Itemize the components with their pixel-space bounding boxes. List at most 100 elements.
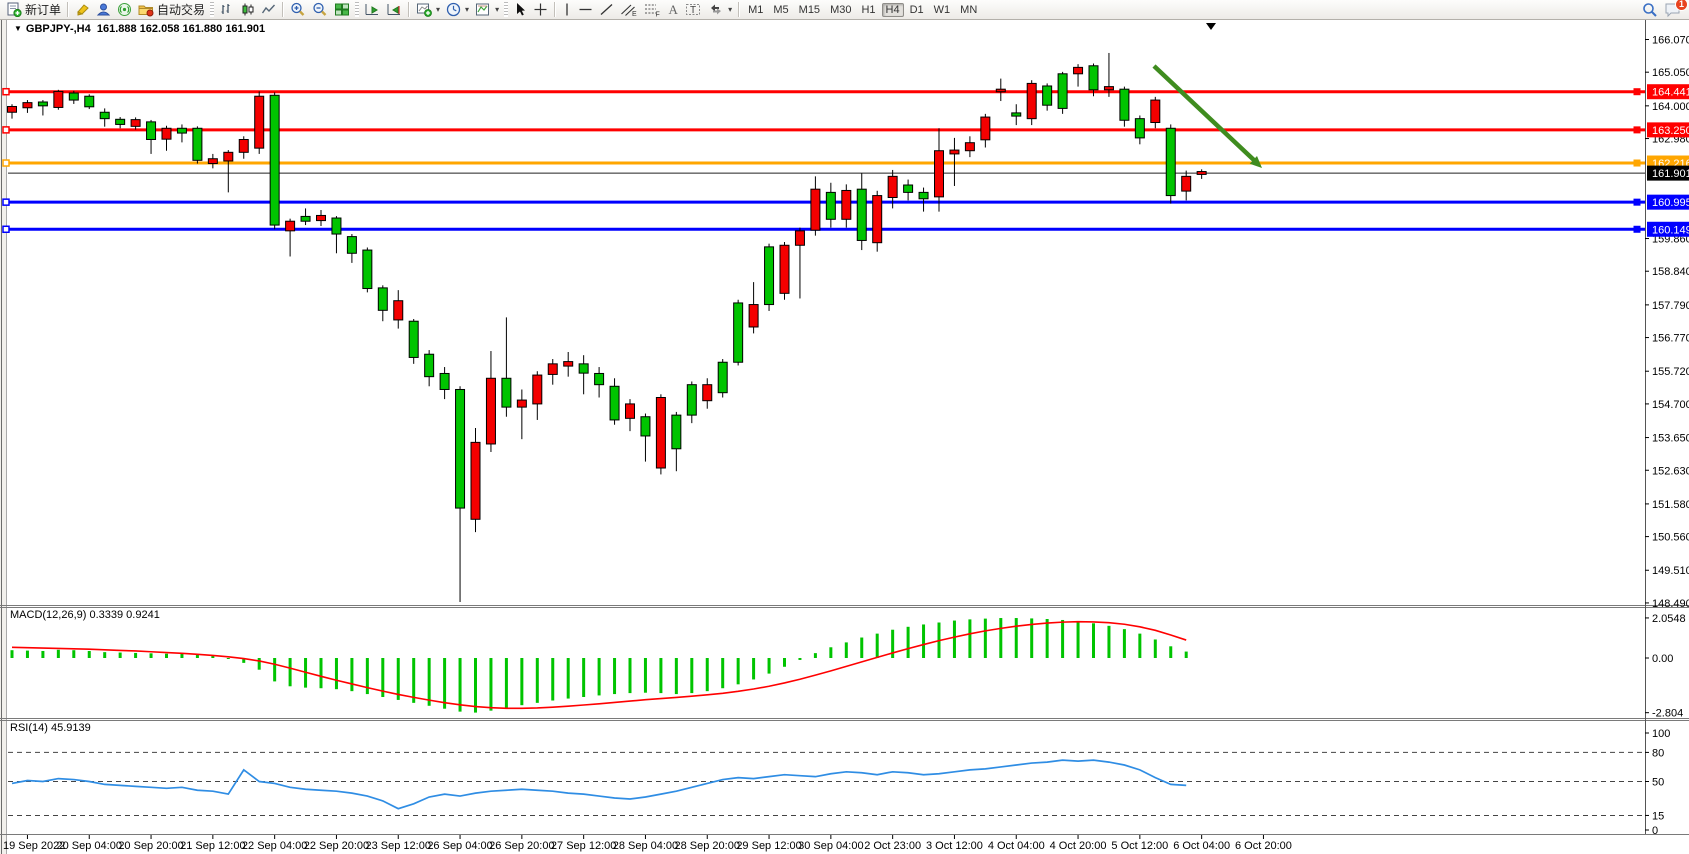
- rsi-tick-label: 15: [1652, 810, 1664, 822]
- timeframe-button-W1[interactable]: W1: [930, 4, 955, 16]
- candle-body: [595, 373, 604, 384]
- time-label: 27 Sep 12:00: [551, 840, 616, 852]
- search-icon[interactable]: [1642, 2, 1658, 18]
- text-icon: A: [666, 2, 679, 17]
- price-tick-label: 152.630: [1652, 465, 1689, 477]
- macd-histogram-bar: [798, 658, 801, 660]
- macd-histogram-bar: [706, 658, 709, 691]
- indicators-button[interactable]: ▾: [413, 1, 443, 19]
- timeframe-button-H1[interactable]: H1: [857, 4, 879, 16]
- price-tick-label: 151.580: [1652, 499, 1689, 511]
- tile-windows-button[interactable]: [331, 1, 353, 19]
- timeframe-button-M5[interactable]: M5: [769, 4, 792, 16]
- rsi-tick-label: 50: [1652, 777, 1664, 789]
- time-label: 4 Oct 20:00: [1050, 840, 1107, 852]
- new-order-button[interactable]: 新订单: [3, 1, 64, 19]
- trendline-button[interactable]: [596, 1, 617, 19]
- candle-body: [904, 185, 913, 192]
- zoom-out-button[interactable]: [309, 1, 331, 19]
- horizontal-line-button[interactable]: [575, 1, 596, 19]
- time-label: 20 Sep 20:00: [118, 840, 183, 852]
- time-label: 28 Sep 04:00: [613, 840, 678, 852]
- time-label: 26 Sep 20:00: [489, 840, 554, 852]
- dropdown-caret-icon: ▾: [436, 5, 440, 14]
- cursor-button[interactable]: [510, 1, 530, 19]
- macd-tick-label: -2.804: [1652, 708, 1683, 720]
- notifications-button[interactable]: 1: [1664, 2, 1682, 18]
- candle-body: [919, 192, 928, 198]
- fibonacci-button[interactable]: F: [640, 1, 663, 19]
- auto-scroll-button[interactable]: [361, 1, 383, 19]
- chart-canvas[interactable]: 166.070165.050164.000162.980159.860158.8…: [0, 0, 1689, 854]
- macd-histogram-bar: [1138, 634, 1141, 658]
- text-label-icon: T: [685, 2, 702, 17]
- candle-body: [734, 303, 743, 362]
- timeframe-button-M15[interactable]: M15: [795, 4, 824, 16]
- timeframe-button-H4[interactable]: H4: [882, 3, 904, 17]
- macd-histogram-bar: [320, 658, 323, 688]
- macd-pane: [11, 618, 1188, 713]
- trendline-icon: [599, 2, 614, 17]
- text-label-button[interactable]: T: [682, 1, 705, 19]
- candle-body: [1074, 67, 1083, 73]
- candle-body: [1151, 100, 1160, 122]
- cursor-icon: [513, 2, 527, 17]
- svg-text:T: T: [690, 5, 696, 16]
- templates-button[interactable]: ▾: [472, 1, 502, 19]
- candle-body: [471, 442, 480, 519]
- channel-button[interactable]: E: [617, 1, 640, 19]
- separator: [408, 2, 410, 17]
- timeframe-button-M30[interactable]: M30: [826, 4, 855, 16]
- separator: [738, 2, 740, 17]
- candle-body: [842, 190, 851, 219]
- candle-body: [1012, 113, 1021, 116]
- price-tick-label: 164.000: [1652, 101, 1689, 113]
- candle-chart-button[interactable]: [237, 1, 258, 19]
- macd-histogram-bar: [72, 650, 75, 658]
- timeframe-button-M1[interactable]: M1: [744, 4, 767, 16]
- macd-histogram-bar: [150, 653, 153, 658]
- signals-button[interactable]: [114, 1, 135, 19]
- arrows-button[interactable]: ▾: [705, 1, 735, 19]
- macd-histogram-bar: [489, 658, 492, 711]
- price-tag-label: 160.149: [1652, 224, 1689, 236]
- crosshair-button[interactable]: [530, 1, 551, 19]
- bar-chart-icon: [219, 2, 234, 17]
- zoom-in-button[interactable]: [287, 1, 309, 19]
- price-tick-label: 153.650: [1652, 433, 1689, 445]
- text-button[interactable]: A: [663, 1, 682, 19]
- candle-body: [641, 417, 650, 436]
- chart-shift-button[interactable]: [383, 1, 405, 19]
- candle-body: [950, 150, 959, 154]
- macd-histogram-bar: [737, 658, 740, 684]
- candle-body: [1120, 89, 1129, 120]
- chart-shift-icon: [386, 2, 402, 17]
- timeframe-button-MN[interactable]: MN: [956, 4, 981, 16]
- periods-button[interactable]: ▾: [443, 1, 472, 19]
- styler-button[interactable]: [72, 1, 93, 19]
- indicators-icon: [416, 2, 432, 17]
- line-handle: [3, 199, 9, 205]
- rsi-tick-label: 100: [1652, 728, 1670, 740]
- community-button[interactable]: [93, 1, 114, 19]
- candle-body: [517, 400, 526, 407]
- candle-body: [579, 364, 588, 373]
- candle-body: [378, 288, 387, 310]
- time-label: 6 Oct 20:00: [1235, 840, 1292, 852]
- rsi-tick-label: 80: [1652, 747, 1664, 759]
- macd-histogram-bar: [1123, 629, 1126, 658]
- timeframe-button-D1[interactable]: D1: [906, 4, 928, 16]
- toolbar-grip: [210, 2, 214, 17]
- candle-body: [332, 218, 341, 234]
- time-label: 22 Sep 20:00: [304, 840, 369, 852]
- vertical-line-button[interactable]: [559, 1, 575, 19]
- macd-histogram-bar: [860, 638, 863, 658]
- macd-histogram-bar: [551, 658, 554, 701]
- candle-body: [718, 362, 727, 392]
- auto-trading-button[interactable]: 自动交易: [135, 1, 208, 19]
- line-chart-button[interactable]: [258, 1, 279, 19]
- candle-body: [486, 378, 495, 444]
- bar-chart-button[interactable]: [216, 1, 237, 19]
- line-handle: [1634, 89, 1640, 95]
- line-handle: [1634, 127, 1640, 133]
